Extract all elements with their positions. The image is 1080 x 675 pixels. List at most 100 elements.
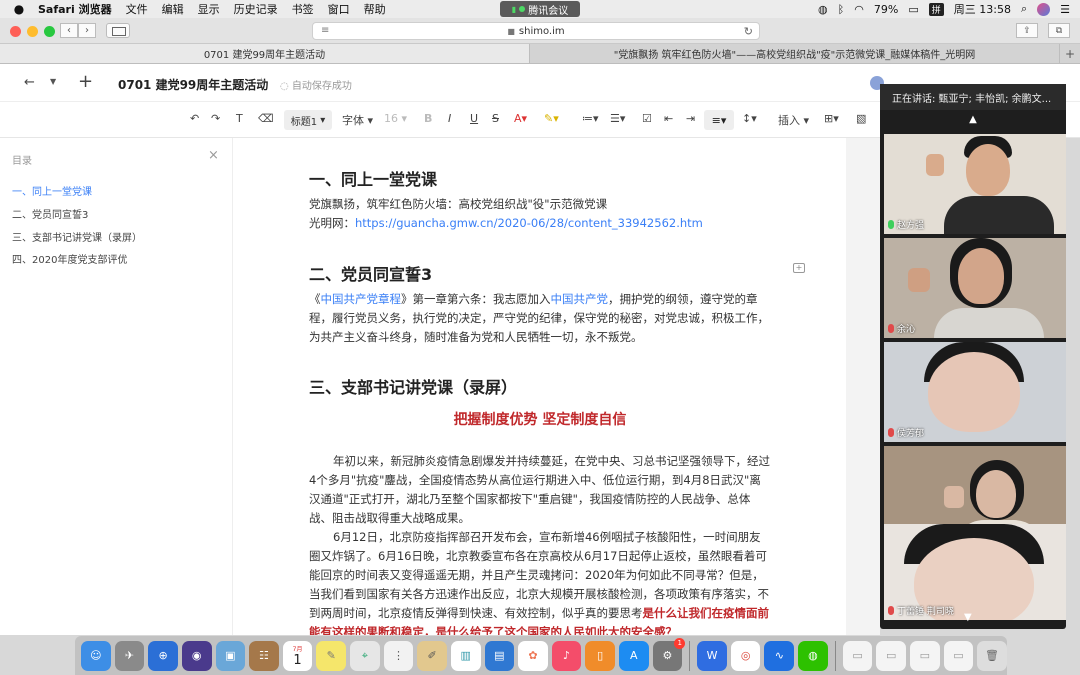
- books-icon[interactable]: ▯: [585, 640, 615, 671]
- checklist-icon[interactable]: ☑: [642, 112, 652, 125]
- link-party-charter[interactable]: 中国共产党章程: [321, 292, 402, 306]
- red-subtitle[interactable]: 把握制度优势 坚定制度自信: [309, 409, 771, 429]
- sidebar-toggle-button[interactable]: [106, 23, 130, 38]
- calendar-icon[interactable]: 7月 1: [282, 640, 313, 671]
- video-tile[interactable]: 赵方强: [884, 134, 1066, 234]
- wechat-icon[interactable]: ◍: [818, 3, 828, 16]
- minimized-window-thumbnail[interactable]: ▭: [943, 640, 974, 671]
- menu-help[interactable]: 帮助: [364, 1, 386, 17]
- indent-icon[interactable]: ⇥: [686, 112, 695, 125]
- photos-icon[interactable]: ✿: [518, 640, 548, 671]
- font-select[interactable]: 字体 ▾: [342, 112, 373, 128]
- notes-icon[interactable]: ✎: [316, 640, 346, 671]
- paragraph-1[interactable]: 年初以来，新冠肺炎疫情急剧爆发并持续蔓延，在党中央、习总书记坚强领导下，经过4个…: [309, 452, 771, 528]
- bluetooth-icon[interactable]: ᛒ: [838, 3, 845, 16]
- align-select[interactable]: ≡▾: [704, 110, 734, 130]
- minimized-window-thumbnail[interactable]: ▭: [909, 640, 940, 671]
- font-size-select[interactable]: 16 ▾: [384, 112, 407, 125]
- paragraph-2[interactable]: 6月12日，北京防疫指挥部召开发布会，宣布新增46例咽拭子核酸阳性，一时间朋友圈…: [309, 528, 771, 635]
- share-button[interactable]: ⇪: [1016, 23, 1038, 38]
- ordered-list-icon[interactable]: ≔▾: [582, 112, 599, 125]
- reader-icon[interactable]: ≡: [321, 25, 329, 36]
- scroll-down-icon[interactable]: ▼: [964, 612, 972, 623]
- launchpad-icon[interactable]: ✈: [114, 640, 145, 671]
- input-method-indicator[interactable]: 拼: [928, 2, 944, 16]
- link-cpc[interactable]: 中国共产党: [551, 292, 609, 306]
- insert-menu[interactable]: 插入 ▾: [778, 112, 809, 128]
- wps-icon[interactable]: W: [697, 640, 727, 671]
- forward-button[interactable]: ›: [78, 23, 96, 38]
- s2-paragraph[interactable]: 《中国共产党章程》第一章第六条：我志愿加入中国共产党，拥护党的纲领，遵守党的章程…: [309, 290, 771, 347]
- reload-icon[interactable]: ↻: [744, 25, 753, 38]
- back-button[interactable]: ‹: [60, 23, 78, 38]
- minimize-window-button[interactable]: [27, 26, 38, 37]
- minimized-window-thumbnail[interactable]: ▭: [842, 640, 873, 671]
- menu-file[interactable]: 文件: [126, 1, 148, 17]
- underline-icon[interactable]: U: [470, 112, 478, 125]
- gmw-link[interactable]: https://guancha.gmw.cn/2020-06/28/conten…: [355, 216, 703, 230]
- outline-item-4[interactable]: 四、2020年度党支部评优: [12, 251, 127, 266]
- image-icon[interactable]: ▧: [856, 112, 866, 125]
- menu-view[interactable]: 显示: [198, 1, 220, 17]
- back-arrow-icon[interactable]: ←: [24, 75, 35, 90]
- menu-window[interactable]: 窗口: [328, 1, 350, 17]
- clock[interactable]: 周三 13:58: [954, 1, 1011, 17]
- notification-center-icon[interactable]: ☰: [1060, 3, 1070, 16]
- new-tab-button[interactable]: +: [1060, 44, 1080, 63]
- tab-doc[interactable]: 0701 建党99周年主题活动: [0, 44, 530, 63]
- siri-icon[interactable]: [1037, 2, 1051, 16]
- close-icon[interactable]: ×: [208, 148, 219, 163]
- reminders-icon[interactable]: ⋮: [383, 640, 414, 671]
- outdent-icon[interactable]: ⇤: [664, 112, 673, 125]
- undo-icon[interactable]: ↶: [190, 112, 199, 125]
- heading-3[interactable]: 三、支部书记讲党课（录屏）: [309, 374, 517, 398]
- finder-icon[interactable]: ☺: [81, 640, 111, 671]
- video-tile[interactable]: 侯芳郁: [884, 342, 1066, 442]
- meeting-status-pill[interactable]: ▮ 腾讯会议: [500, 1, 580, 17]
- outline-item-1[interactable]: 一、同上一堂党课: [12, 183, 92, 198]
- bullet-list-icon[interactable]: ☰▾: [610, 112, 625, 125]
- menu-edit[interactable]: 编辑: [162, 1, 184, 17]
- numbers-icon[interactable]: ▥: [450, 640, 481, 671]
- trash-icon[interactable]: 🗑: [977, 640, 1007, 671]
- video-tile[interactable]: 丁蕾锤 荆司晓: [884, 524, 1066, 620]
- add-comment-icon[interactable]: +: [793, 263, 805, 273]
- apple-icon[interactable]: ●: [12, 2, 26, 16]
- minimized-window-thumbnail[interactable]: ▭: [876, 640, 906, 671]
- chrome-icon[interactable]: ◎: [730, 640, 761, 671]
- tencent-meeting-icon[interactable]: ∿: [764, 640, 795, 671]
- highlight-icon[interactable]: ✎▾: [544, 112, 559, 125]
- zoom-window-button[interactable]: [44, 26, 55, 37]
- preview-icon[interactable]: ▣: [215, 640, 246, 671]
- maps-icon[interactable]: ⌖: [350, 640, 380, 671]
- safari-icon[interactable]: ⊕: [148, 640, 178, 671]
- format-painter-icon[interactable]: T: [236, 112, 243, 125]
- system-preferences-icon[interactable]: ⚙ 1: [652, 637, 686, 671]
- chevron-down-icon[interactable]: ▼: [50, 77, 56, 86]
- close-window-button[interactable]: [10, 26, 21, 37]
- heading-1[interactable]: 一、同上一堂党课: [309, 166, 437, 190]
- app-store-icon[interactable]: A: [619, 640, 649, 671]
- strikethrough-icon[interactable]: S: [492, 112, 499, 125]
- wechat-icon[interactable]: ◍: [798, 640, 828, 671]
- document-page[interactable]: 一、同上一堂党课 党旗飘扬，筑牢红色防火墙：高校党组织战"役"示范微党课 光明网…: [233, 138, 846, 635]
- new-doc-button[interactable]: +: [78, 71, 93, 92]
- wifi-icon[interactable]: ◠: [854, 3, 864, 16]
- menu-history[interactable]: 历史记录: [234, 1, 278, 17]
- tab-gmw-article[interactable]: "党旗飘扬 筑牢红色防火墙"——高校党组织战"疫"示范微党课_融媒体稿件_光明网: [530, 44, 1060, 63]
- pages-icon[interactable]: ✐: [417, 640, 447, 671]
- paragraph-style-select[interactable]: 标题1 ▾: [284, 110, 332, 130]
- bookmark-icon[interactable]: ☆: [256, 75, 267, 89]
- s1-line2[interactable]: 光明网：https://guancha.gmw.cn/2020-06/28/co…: [309, 214, 771, 233]
- siri-icon[interactable]: ◉: [181, 640, 212, 671]
- italic-icon[interactable]: I: [448, 112, 451, 125]
- table-icon[interactable]: ⊞▾: [824, 112, 839, 125]
- redo-icon[interactable]: ↷: [211, 112, 220, 125]
- heading-2[interactable]: 二、党员同宣誓3: [309, 261, 432, 285]
- s1-line1[interactable]: 党旗飘扬，筑牢红色防火墙：高校党组织战"役"示范微党课: [309, 195, 771, 214]
- outline-item-2[interactable]: 二、党员同宣誓3: [12, 206, 88, 221]
- scroll-up-icon[interactable]: ▲: [880, 114, 1066, 130]
- battery-icon[interactable]: ▭: [908, 3, 918, 16]
- keynote-icon[interactable]: ▤: [484, 640, 515, 671]
- video-tile[interactable]: 余沁: [884, 238, 1066, 338]
